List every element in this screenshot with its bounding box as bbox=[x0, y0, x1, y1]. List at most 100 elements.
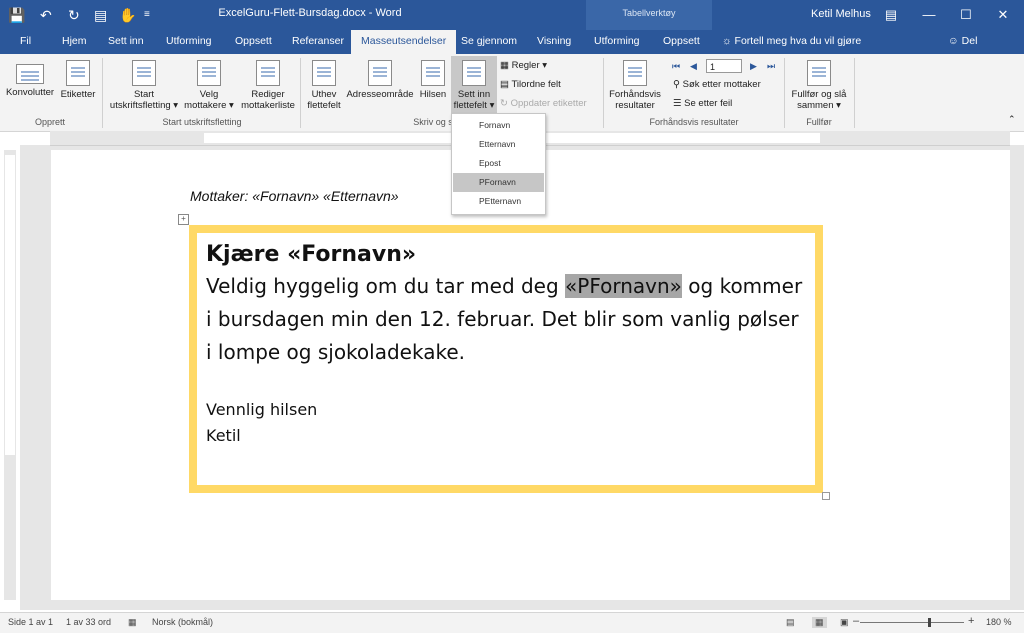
tab-layout[interactable]: Oppsett bbox=[235, 35, 272, 47]
tab-view[interactable]: Visning bbox=[537, 35, 571, 47]
recipient-line[interactable]: Mottaker: «Fornavn» «Etternavn» bbox=[190, 188, 399, 204]
record-number-input[interactable]: 1 bbox=[706, 59, 742, 73]
select-recipients-label-2: mottakere bbox=[184, 100, 227, 111]
document-title: ExcelGuru-Flett-Bursdag.docx - Word bbox=[218, 7, 402, 19]
closing-block: Vennlig hilsen Ketil bbox=[206, 397, 806, 449]
web-layout-icon[interactable]: ▣ bbox=[840, 617, 849, 628]
tab-home[interactable]: Hjem bbox=[62, 35, 87, 47]
find-recipient-button[interactable]: ⚲ Søk etter mottaker bbox=[673, 79, 761, 90]
user-name[interactable]: Ketil Melhus bbox=[811, 8, 871, 20]
tab-review[interactable]: Se gjennom bbox=[461, 35, 517, 47]
previous-record-icon[interactable]: ◀ bbox=[690, 61, 697, 72]
labels-label: Etiketter bbox=[60, 89, 96, 100]
tab-references[interactable]: Referanser bbox=[292, 35, 344, 47]
menu-item-petternavn[interactable]: PEtternavn bbox=[453, 192, 544, 211]
envelope-icon bbox=[16, 64, 44, 84]
address-block-button[interactable]: Adresseområde bbox=[346, 60, 414, 100]
check-errors-icon: ☰ bbox=[673, 98, 682, 109]
tab-insert[interactable]: Sett inn bbox=[108, 35, 144, 47]
rules-button[interactable]: ▦ Regler ▾ bbox=[500, 60, 547, 71]
match-fields-button[interactable]: ▤ Tilordne felt bbox=[500, 79, 561, 90]
table-resize-handle[interactable] bbox=[822, 492, 830, 500]
print-layout-icon[interactable]: ▦ bbox=[812, 617, 827, 628]
dropdown-arrow-icon: ▾ bbox=[489, 100, 495, 111]
collapse-ribbon-icon[interactable]: ⌃ bbox=[1008, 114, 1016, 125]
page-count[interactable]: Side 1 av 1 bbox=[8, 617, 53, 627]
merge-field-dropdown: Fornavn Etternavn Epost PFornavn PEttern… bbox=[451, 113, 546, 215]
greeting-line-button[interactable]: Hilsen bbox=[416, 60, 450, 100]
maximize-icon[interactable]: ☐ bbox=[951, 4, 981, 26]
share-button[interactable]: ☺ Del bbox=[948, 35, 977, 47]
zoom-in-icon[interactable]: + bbox=[968, 615, 974, 627]
ribbon-tabs: Fil Hjem Sett inn Utforming Oppsett Refe… bbox=[0, 30, 1024, 54]
ribbon-display-icon[interactable]: ▤ bbox=[876, 4, 906, 26]
body-text-start: Veldig hyggelig om du tar med deg bbox=[206, 274, 566, 298]
greeting-line-icon bbox=[421, 60, 445, 86]
vertical-ruler[interactable] bbox=[4, 150, 16, 600]
edit-recipient-list-button[interactable]: Rediger mottakerliste bbox=[238, 60, 298, 111]
tab-mailings[interactable]: Masseutsendelser bbox=[351, 30, 457, 54]
language-indicator[interactable]: Norsk (bokmål) bbox=[152, 617, 213, 627]
update-labels-button[interactable]: ↻ Oppdater etiketter bbox=[500, 98, 587, 109]
group-preview-label: Forhåndsvis resultater bbox=[649, 117, 739, 127]
menu-item-fornavn[interactable]: Fornavn bbox=[453, 116, 544, 135]
next-record-icon[interactable]: ▶ bbox=[750, 61, 757, 72]
selected-merge-field[interactable]: «PFornavn» bbox=[565, 274, 682, 298]
close-icon[interactable]: ✕ bbox=[988, 4, 1018, 26]
zoom-slider-thumb[interactable] bbox=[928, 618, 931, 627]
tell-me-search[interactable]: ☼ Fortell meg hva du vil gjøre bbox=[722, 35, 861, 47]
preview-label-1: Forhåndsvis bbox=[609, 89, 661, 100]
address-block-icon bbox=[368, 60, 392, 86]
read-mode-icon[interactable]: ▤ bbox=[786, 617, 795, 628]
menu-item-epost[interactable]: Epost bbox=[453, 154, 544, 173]
minimize-icon[interactable]: — bbox=[914, 4, 944, 26]
match-fields-label: Tilordne felt bbox=[511, 79, 561, 90]
group-separator bbox=[603, 58, 604, 128]
word-count[interactable]: 1 av 33 ord bbox=[66, 617, 111, 627]
letter-cell[interactable]: Kjære «Fornavn» Veldig hyggelig om du ta… bbox=[206, 240, 806, 449]
update-labels-icon: ↻ bbox=[500, 98, 508, 109]
menu-item-pfornavn[interactable]: PFornavn bbox=[453, 173, 544, 192]
zoom-level[interactable]: 180 % bbox=[986, 617, 1012, 627]
insert-merge-field-button[interactable]: Sett inn flettefelt ▾ bbox=[451, 56, 497, 114]
preview-results-button[interactable]: Forhåndsvis resultater bbox=[606, 60, 664, 111]
greeting-label: Hilsen bbox=[419, 89, 447, 100]
highlight-label-2: flettefelt bbox=[307, 100, 341, 111]
closing-line: Vennlig hilsen bbox=[206, 400, 318, 419]
status-bar: Side 1 av 1 1 av 33 ord ▦ Norsk (bokmål)… bbox=[0, 612, 1024, 633]
last-record-icon[interactable]: ⏭ bbox=[767, 61, 775, 72]
menu-item-etternavn[interactable]: Etternavn bbox=[453, 135, 544, 154]
edit-recipients-icon bbox=[256, 60, 280, 86]
dropdown-arrow-icon: ▾ bbox=[229, 100, 234, 111]
start-merge-label-1: Start bbox=[133, 89, 155, 100]
tab-table-layout[interactable]: Oppsett bbox=[663, 35, 700, 47]
highlight-merge-fields-button[interactable]: Uthev flettefelt bbox=[302, 60, 346, 111]
zoom-slider[interactable] bbox=[860, 622, 964, 623]
dropdown-arrow-icon: ▾ bbox=[836, 100, 841, 111]
insert-field-label-2: flettefelt bbox=[453, 100, 487, 111]
first-record-icon[interactable]: ⏮ bbox=[672, 61, 680, 72]
start-merge-button[interactable]: Start utskriftsfletting ▾ bbox=[106, 60, 182, 111]
proofing-icon[interactable]: ▦ bbox=[128, 617, 137, 628]
group-separator bbox=[784, 58, 785, 128]
tab-design[interactable]: Utforming bbox=[166, 35, 212, 47]
zoom-out-icon[interactable]: – bbox=[853, 615, 859, 627]
check-errors-button[interactable]: ☰ Se etter feil bbox=[673, 98, 732, 109]
finish-merge-button[interactable]: Fullfør og slå sammen ▾ bbox=[786, 60, 852, 111]
address-block-label: Adresseområde bbox=[346, 89, 414, 100]
ruler-text-area bbox=[5, 155, 15, 455]
group-create-label: Opprett bbox=[34, 117, 65, 127]
table-move-handle-icon[interactable]: + bbox=[178, 214, 189, 225]
edit-recipients-label-1: Rediger bbox=[251, 89, 285, 100]
envelopes-button[interactable]: Konvolutter bbox=[4, 60, 56, 98]
share-label: Del bbox=[961, 35, 978, 47]
tab-file[interactable]: Fil bbox=[20, 35, 31, 47]
letter-body: Veldig hyggelig om du tar med deg «PForn… bbox=[206, 270, 806, 369]
labels-button[interactable]: Etiketter bbox=[58, 60, 98, 100]
match-fields-icon: ▤ bbox=[500, 79, 509, 90]
start-merge-label-2: utskriftsfletting bbox=[109, 100, 171, 111]
envelopes-label: Konvolutter bbox=[5, 87, 55, 98]
select-recipients-button[interactable]: Velg mottakere ▾ bbox=[182, 60, 236, 111]
lightbulb-icon: ☼ bbox=[722, 35, 732, 47]
tab-table-design[interactable]: Utforming bbox=[594, 35, 640, 47]
